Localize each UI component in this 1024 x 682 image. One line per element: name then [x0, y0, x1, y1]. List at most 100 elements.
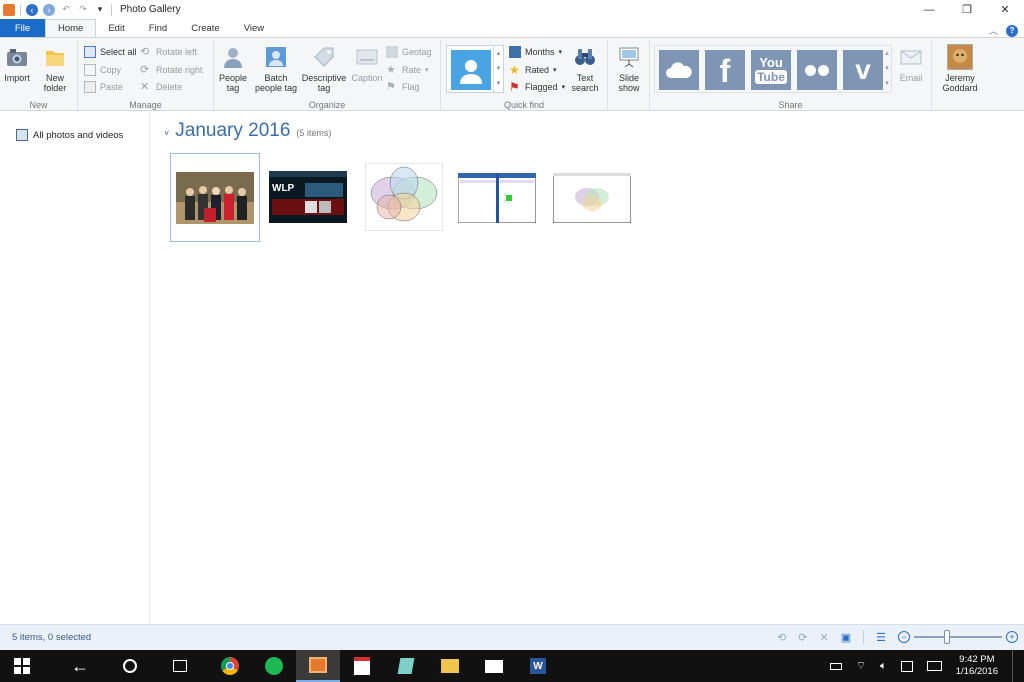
star-icon: ★ — [386, 64, 396, 76]
tab-edit[interactable]: Edit — [96, 19, 136, 37]
clock[interactable]: 9:42 PM 1/16/2016 — [956, 654, 998, 678]
rotate-left-icon[interactable]: ⟲ — [777, 631, 786, 644]
geotag-button[interactable]: Geotag — [386, 46, 432, 58]
new-folder-button[interactable]: New folder — [40, 44, 70, 93]
taskbar-acrobat[interactable] — [340, 650, 384, 682]
months-button[interactable]: Months ▾ — [509, 46, 562, 58]
copy-button[interactable]: Copy — [84, 64, 121, 76]
rated-button[interactable]: ★ Rated ▾ — [509, 64, 557, 76]
descriptive-tag-button[interactable]: Descriptive tag — [300, 44, 348, 93]
battery-icon[interactable] — [829, 662, 842, 670]
slideshow-icon[interactable]: ▣ — [841, 631, 851, 644]
task-view-button[interactable] — [158, 650, 202, 682]
taskbar-notebook[interactable] — [384, 650, 428, 682]
date-group-header[interactable]: ˅ January 2016 (5 items) — [164, 120, 331, 142]
photo-thumbnail[interactable] — [364, 162, 444, 232]
show-desktop-button[interactable] — [1012, 650, 1016, 682]
paste-button[interactable]: Paste — [84, 81, 123, 93]
vimeo-icon[interactable]: v — [843, 50, 883, 90]
flag-button[interactable]: ⚑ Flag — [386, 81, 420, 93]
status-bar: 5 items, 0 selected ⟲ ⟳ ✕ ▣ ☰ − + — [0, 624, 1024, 650]
tab-find[interactable]: Find — [137, 19, 179, 37]
flagged-button[interactable]: ⚑ Flagged ▾ — [509, 81, 565, 93]
quick-access-dropdown-icon[interactable]: ▾ — [94, 4, 106, 16]
rotate-left-button[interactable]: ⟲ Rotate left — [140, 46, 197, 58]
start-button[interactable] — [0, 650, 44, 682]
photo-thumbnail[interactable]: WLP — [268, 168, 348, 226]
share-gallery-scroll[interactable]: ▴ ▾ ▾ — [883, 46, 891, 92]
minimize-button[interactable]: — — [910, 0, 948, 19]
chevron-down-icon[interactable]: ˅ — [164, 128, 169, 138]
taskbar-photo-gallery[interactable] — [296, 650, 340, 682]
rotate-right-icon[interactable]: ⟳ — [798, 631, 807, 644]
text-search-button[interactable]: Text search — [569, 44, 601, 93]
cortana-button[interactable] — [108, 650, 152, 682]
zoom-out-icon[interactable]: − — [898, 631, 910, 643]
slide-show-button[interactable]: Slide show — [614, 44, 644, 93]
ribbon-tabs: File Home Edit Find Create View ︿ ? — [0, 19, 1024, 37]
mail-icon — [485, 659, 503, 673]
youtube-icon[interactable]: You Tube — [751, 50, 791, 90]
email-button[interactable]: Email — [896, 44, 926, 83]
minimize-ribbon-icon[interactable]: ︿ — [989, 24, 998, 37]
onedrive-icon[interactable] — [659, 50, 699, 90]
zoom-track[interactable] — [914, 630, 1002, 644]
zoom-slider[interactable]: − + — [898, 630, 1018, 644]
gallery-scroll[interactable]: ▴ ▾ ▾ — [493, 46, 503, 92]
wifi-icon[interactable]: ⌔ — [856, 659, 866, 673]
group-quick-find: ▴ ▾ ▾ Months ▾ ★ Rated ▾ ⚑ Flagged ▾ Text … — [441, 40, 608, 110]
app-icon — [3, 3, 15, 16]
binoculars-icon — [572, 44, 598, 70]
volume-icon[interactable]: 🔈︎ — [880, 660, 887, 673]
delete-button[interactable]: ✕ Delete — [140, 81, 182, 93]
photo-thumbnail[interactable] — [170, 153, 260, 242]
forward-icon[interactable]: › — [43, 3, 55, 16]
copy-icon — [84, 64, 96, 76]
keyboard-icon[interactable] — [926, 661, 942, 671]
people-gallery[interactable]: ▴ ▾ ▾ — [446, 45, 504, 93]
taskbar-mail[interactable] — [472, 650, 516, 682]
window-title: Photo Gallery — [120, 4, 181, 15]
close-button[interactable]: ✕ — [986, 0, 1024, 19]
rate-button[interactable]: ★ Rate ▾ — [386, 64, 429, 76]
people-tag-button[interactable]: People tag — [218, 44, 248, 93]
undo-icon[interactable]: ↶ — [60, 4, 72, 16]
taskbar-word[interactable]: W — [516, 650, 560, 682]
rate-label: Rate — [402, 65, 422, 75]
back-button[interactable]: ← — [58, 650, 102, 682]
flag-icon: ⚑ — [386, 81, 396, 93]
photo-thumbnail[interactable] — [552, 170, 632, 225]
spotify-icon — [265, 657, 283, 675]
person-tile-icon[interactable] — [451, 50, 491, 90]
account-button[interactable]: Jeremy Goddard — [936, 44, 984, 93]
help-icon[interactable]: ? — [1006, 24, 1018, 37]
batch-people-tag-button[interactable]: Batch people tag — [252, 44, 300, 93]
action-center-icon[interactable] — [900, 660, 913, 672]
redo-icon[interactable]: ↷ — [77, 4, 89, 16]
details-view-icon[interactable]: ☰ — [876, 631, 886, 644]
group-slideshow: Slide show — [608, 40, 650, 110]
rotate-right-button[interactable]: ⟳ Rotate right — [140, 64, 203, 76]
nav-item-all-photos[interactable]: All photos and videos — [16, 129, 123, 141]
taskbar-spotify[interactable] — [252, 650, 296, 682]
zoom-in-icon[interactable]: + — [1006, 631, 1018, 643]
tab-home[interactable]: Home — [45, 19, 97, 37]
flickr-icon[interactable] — [797, 50, 837, 90]
import-button[interactable]: Import — [4, 44, 30, 83]
tab-view[interactable]: View — [232, 19, 276, 37]
paste-icon — [84, 81, 96, 93]
facebook-icon[interactable]: f — [705, 50, 745, 90]
select-all-button[interactable]: Select all — [84, 46, 137, 58]
caption-button[interactable]: Caption — [350, 44, 384, 83]
photo-thumbnail[interactable] — [457, 170, 537, 225]
taskbar-chrome[interactable] — [208, 650, 252, 682]
zoom-thumb[interactable] — [944, 630, 950, 644]
new-folder-label: New folder — [43, 73, 67, 93]
geotag-label: Geotag — [402, 47, 432, 57]
delete-icon[interactable]: ✕ — [820, 631, 829, 644]
back-icon[interactable]: ‹ — [26, 3, 38, 16]
taskbar-file-explorer[interactable] — [428, 650, 472, 682]
tab-create[interactable]: Create — [179, 19, 232, 37]
restore-button[interactable]: ❐ — [948, 0, 986, 19]
tab-file[interactable]: File — [0, 19, 45, 37]
